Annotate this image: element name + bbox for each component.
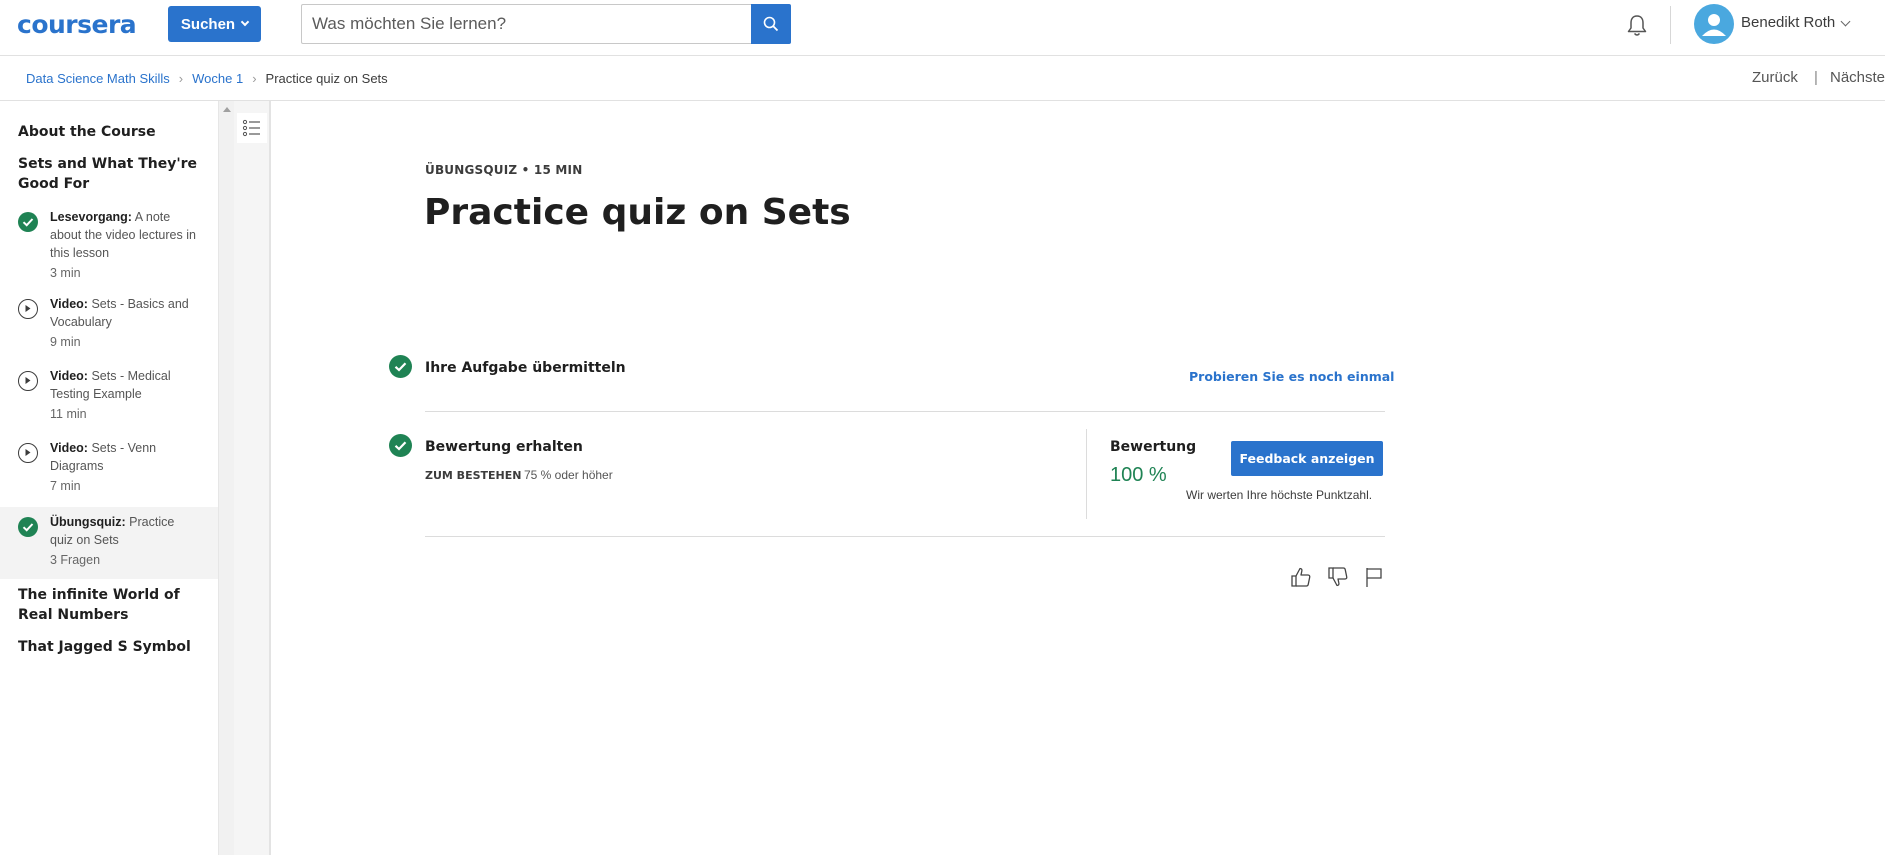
submit-step-title: Ihre Aufgabe übermitteln [425, 360, 626, 376]
sidebar-item-video[interactable]: Video: Sets - Medical Testing Example 11… [0, 367, 218, 431]
divider [425, 536, 1385, 537]
user-menu-chevron-icon[interactable] [1840, 16, 1851, 27]
chevron-right-icon: › [252, 71, 257, 86]
chevron-right-icon: › [178, 71, 184, 86]
flag-icon[interactable] [1362, 565, 1386, 589]
play-icon [18, 443, 38, 463]
bell-icon[interactable] [1623, 12, 1651, 40]
check-icon [18, 212, 38, 232]
check-icon [389, 355, 412, 378]
scroll-up-icon[interactable] [223, 107, 231, 112]
sidebar-item-duration: 7 min [50, 479, 81, 493]
breadcrumb: Data Science Math Skills › Woche 1 › Pra… [26, 71, 388, 86]
pass-threshold: 75 % oder höher [524, 468, 613, 482]
sidebar-item-text: Lesevorgang: A note about the video lect… [50, 210, 196, 260]
grade-value: 100 % [1110, 464, 1167, 486]
course-sidebar: About the Course Sets and What They're G… [0, 101, 218, 855]
sidebar-section-about[interactable]: About the Course [18, 122, 198, 142]
toc-column [234, 101, 271, 855]
sidebar-item-reading[interactable]: Lesevorgang: A note about the video lect… [0, 205, 218, 285]
sidebar-item-text: Übungsquiz: Practice quiz on Sets [50, 515, 175, 547]
user-icon [1702, 14, 1726, 36]
sidebar-item-video[interactable]: Video: Sets - Basics and Vocabulary 9 mi… [0, 295, 218, 359]
sidebar-item-duration: 3 Fragen [50, 553, 101, 567]
breadcrumb-current: Practice quiz on Sets [265, 71, 388, 86]
toc-toggle-button[interactable] [237, 113, 267, 143]
sidebar-item-duration: 3 min [50, 266, 81, 280]
pass-label: ZUM BESTEHEN [425, 469, 522, 482]
suchen-label: Suchen [180, 15, 236, 33]
item-type-duration: ÜBUNGSQUIZ • 15 MIN [425, 163, 583, 177]
avatar[interactable] [1694, 4, 1734, 44]
try-again-link[interactable]: Probieren Sie es noch einmal [1189, 369, 1394, 384]
search-input[interactable] [301, 4, 751, 44]
header-divider [1670, 6, 1671, 44]
search-icon [763, 16, 779, 32]
thumbs-up-icon[interactable] [1289, 565, 1313, 589]
check-icon [18, 517, 38, 537]
sidebar-section-real-numbers[interactable]: The infinite World of Real Numbers [18, 585, 188, 625]
grade-step-title: Bewertung erhalten [425, 439, 583, 455]
divider [425, 411, 1385, 412]
coursera-logo[interactable]: coursera [17, 10, 137, 39]
page-title: Practice quiz on Sets [424, 192, 851, 233]
thumbs-down-icon[interactable] [1326, 565, 1350, 589]
sidebar-item-text: Video: Sets - Medical Testing Example [50, 369, 171, 401]
chevron-down-icon [240, 17, 250, 27]
sidebar-item-text: Video: Sets - Basics and Vocabulary [50, 297, 189, 329]
list-icon [242, 119, 260, 137]
sidebar-section-sets[interactable]: Sets and What They're Good For [18, 154, 198, 194]
view-feedback-button[interactable]: Feedback anzeigen [1231, 441, 1383, 476]
sidebar-item-quiz-active[interactable]: Übungsquiz: Practice quiz on Sets 3 Frag… [0, 507, 218, 579]
vertical-divider [1086, 429, 1087, 519]
user-name[interactable]: Benedikt Roth [1741, 14, 1835, 31]
top-header: coursera Suchen Benedikt Roth [0, 0, 1885, 56]
back-link[interactable]: Zurück [1752, 69, 1798, 86]
sidebar-scrollbar[interactable] [218, 101, 234, 855]
breadcrumb-course[interactable]: Data Science Math Skills [26, 71, 170, 86]
check-icon [389, 434, 412, 457]
highest-score-note: Wir werten Ihre höchste Punktzahl. [1186, 488, 1373, 502]
sidebar-section-jagged-s[interactable]: That Jagged S Symbol [18, 637, 208, 657]
sidebar-item-text: Video: Sets - Venn Diagrams [50, 441, 157, 473]
breadcrumb-week[interactable]: Woche 1 [192, 71, 243, 86]
play-icon [18, 299, 38, 319]
sidebar-item-duration: 11 min [50, 407, 87, 421]
play-icon [18, 371, 38, 391]
nav-separator: | [1814, 69, 1818, 86]
next-link[interactable]: Nächstes [1830, 69, 1885, 86]
sidebar-item-video[interactable]: Video: Sets - Venn Diagrams 7 min [0, 439, 218, 503]
breadcrumb-bar: Data Science Math Skills › Woche 1 › Pra… [0, 57, 1885, 101]
grade-label: Bewertung [1110, 439, 1197, 455]
suchen-dropdown-button[interactable]: Suchen [168, 6, 261, 42]
sidebar-item-duration: 9 min [50, 335, 81, 349]
search-button[interactable] [751, 4, 791, 44]
